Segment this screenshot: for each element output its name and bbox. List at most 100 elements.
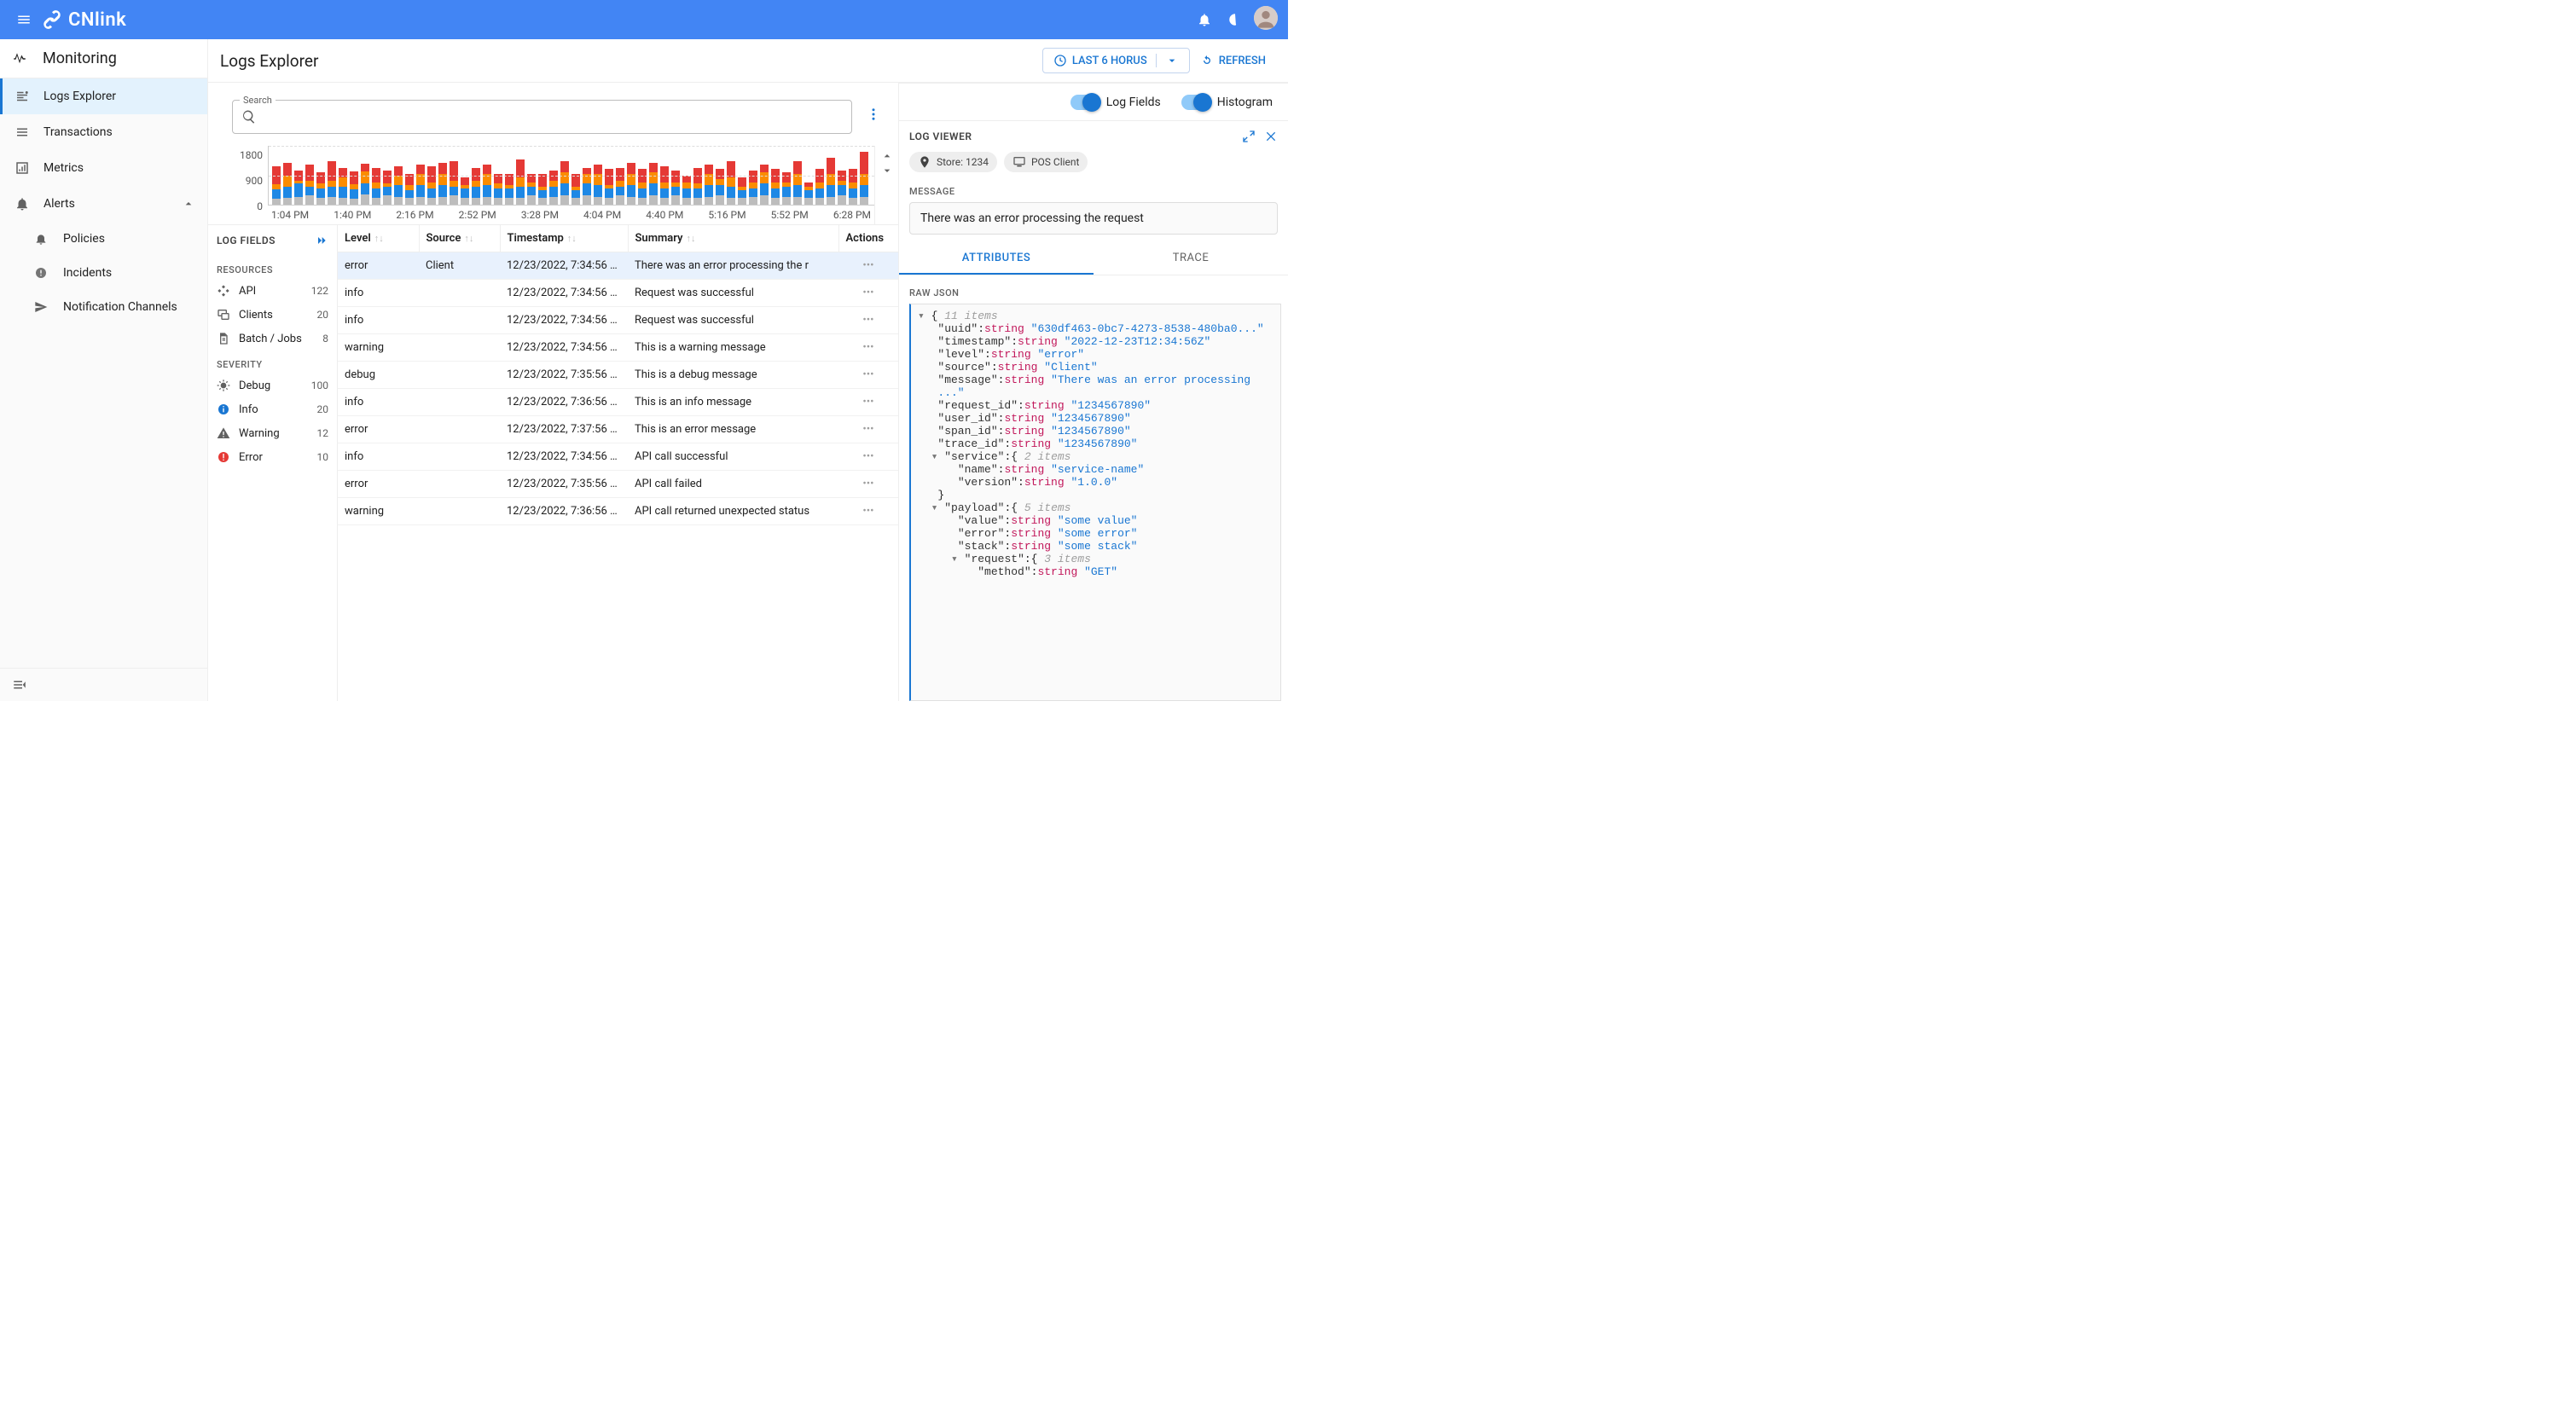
histogram-bar[interactable]: [649, 163, 658, 205]
log-row[interactable]: error 12/23/2022, 7:35:56 AM API call fa…: [338, 471, 898, 498]
histogram-bar[interactable]: [738, 177, 746, 205]
row-actions-button[interactable]: •••: [862, 505, 873, 518]
json-viewer[interactable]: ▾ { 11 items "uuid":string "630df463-0bc…: [909, 304, 1281, 701]
histogram-bar[interactable]: [339, 168, 347, 205]
row-actions-button[interactable]: •••: [862, 314, 873, 327]
toggle-log-fields[interactable]: [1070, 95, 1099, 110]
histogram-bar[interactable]: [682, 176, 691, 205]
nav-transactions[interactable]: Transactions: [0, 114, 207, 150]
histogram-bar[interactable]: [571, 174, 580, 205]
histogram-bar[interactable]: [583, 168, 591, 205]
histogram-bar[interactable]: [483, 165, 491, 205]
col-level[interactable]: Level↑↓: [338, 225, 419, 252]
close-viewer-button[interactable]: [1264, 130, 1278, 143]
severity-filter-debug[interactable]: Debug100: [208, 374, 337, 397]
histogram-bar[interactable]: [427, 166, 436, 205]
log-row[interactable]: info 12/23/2022, 7:34:56 AM Request was …: [338, 280, 898, 307]
log-row[interactable]: info 12/23/2022, 7:36:56 AM This is an i…: [338, 389, 898, 416]
row-actions-button[interactable]: •••: [862, 450, 873, 463]
avatar-button[interactable]: [1250, 6, 1281, 33]
histogram-bar[interactable]: [450, 161, 458, 205]
log-row[interactable]: info 12/23/2022, 7:34:56 AM API call suc…: [338, 443, 898, 471]
nav-alerts[interactable]: Alerts: [0, 186, 207, 222]
histogram-bar[interactable]: [560, 161, 569, 205]
histogram-bar[interactable]: [760, 165, 769, 205]
histogram-bar[interactable]: [394, 166, 403, 205]
histogram-bar[interactable]: [594, 165, 602, 205]
histogram-bar[interactable]: [782, 172, 791, 205]
expand-viewer-button[interactable]: [1242, 130, 1256, 143]
histogram-bar[interactable]: [350, 171, 358, 205]
histogram-bar[interactable]: [827, 158, 835, 205]
search-input[interactable]: [264, 110, 843, 124]
histogram-bar[interactable]: [328, 161, 336, 205]
chip-store[interactable]: Store: 1234: [909, 152, 997, 172]
notifications-button[interactable]: [1189, 12, 1220, 27]
resource-filter-batch-jobs[interactable]: Batch / Jobs8: [208, 327, 337, 350]
severity-filter-info[interactable]: Info20: [208, 397, 337, 421]
histogram-bar[interactable]: [527, 174, 536, 205]
row-actions-button[interactable]: •••: [862, 478, 873, 490]
search-more-button[interactable]: [861, 101, 886, 127]
row-actions-button[interactable]: •••: [862, 341, 873, 354]
histogram-bar[interactable]: [860, 152, 868, 205]
histogram-bar[interactable]: [538, 174, 547, 205]
log-row[interactable]: error Client 12/23/2022, 7:34:56 AM Ther…: [338, 252, 898, 280]
log-row[interactable]: warning 12/23/2022, 7:36:56 AM API call …: [338, 498, 898, 525]
histogram-bar[interactable]: [372, 168, 380, 205]
severity-filter-error[interactable]: Error10: [208, 445, 337, 469]
menu-button[interactable]: [7, 12, 41, 27]
histogram-bar[interactable]: [472, 168, 480, 205]
nav-notification-channels[interactable]: Notification Channels: [0, 290, 207, 324]
histogram-bar[interactable]: [505, 174, 513, 205]
histogram-bar[interactable]: [361, 164, 369, 205]
resource-filter-api[interactable]: API122: [208, 279, 337, 303]
time-range-dropdown[interactable]: [1156, 54, 1179, 67]
histogram-bar[interactable]: [660, 166, 669, 205]
histogram-bar[interactable]: [283, 163, 292, 205]
histogram-bar[interactable]: [616, 168, 624, 205]
row-actions-button[interactable]: •••: [862, 368, 873, 381]
histogram-bar[interactable]: [705, 165, 713, 205]
log-row[interactable]: error 12/23/2022, 7:37:56 AM This is an …: [338, 416, 898, 443]
histogram-bar[interactable]: [793, 161, 802, 205]
theme-button[interactable]: [1220, 12, 1250, 27]
chart-expand-down[interactable]: [880, 163, 894, 177]
histogram-bar[interactable]: [438, 163, 447, 205]
severity-filter-warning[interactable]: Warning12: [208, 421, 337, 445]
chip-client[interactable]: POS Client: [1004, 152, 1088, 172]
resource-filter-clients[interactable]: Clients20: [208, 303, 337, 327]
collapse-fields-button[interactable]: [315, 234, 328, 247]
chart-expand-up[interactable]: [880, 149, 894, 163]
col-source[interactable]: Source↑↓: [419, 225, 500, 252]
histogram-bar[interactable]: [461, 177, 469, 205]
histogram-bar[interactable]: [416, 165, 425, 205]
col-timestamp[interactable]: Timestamp↑↓: [500, 225, 628, 252]
histogram-bar[interactable]: [305, 165, 314, 205]
histogram-bar[interactable]: [316, 172, 325, 205]
log-row[interactable]: warning 12/23/2022, 7:34:56 AM This is a…: [338, 334, 898, 362]
time-range-button[interactable]: LAST 6 HORUS: [1042, 48, 1190, 73]
histogram-bar[interactable]: [804, 182, 813, 205]
col-summary[interactable]: Summary↑↓: [628, 225, 838, 252]
histogram-bar[interactable]: [494, 174, 502, 205]
nav-metrics[interactable]: Metrics: [0, 150, 207, 186]
row-actions-button[interactable]: •••: [862, 287, 873, 299]
row-actions-button[interactable]: •••: [862, 259, 873, 272]
log-row[interactable]: info 12/23/2022, 7:34:56 AM Request was …: [338, 307, 898, 334]
histogram-bar[interactable]: [272, 166, 281, 205]
histogram-bar[interactable]: [627, 163, 635, 205]
tab-attributes[interactable]: ATTRIBUTES: [899, 243, 1094, 275]
refresh-button[interactable]: REFRESH: [1190, 49, 1276, 72]
histogram-bar[interactable]: [727, 161, 735, 205]
log-row[interactable]: debug 12/23/2022, 7:35:56 AM This is a d…: [338, 362, 898, 389]
tab-trace[interactable]: TRACE: [1094, 243, 1288, 275]
toggle-histogram[interactable]: [1181, 95, 1210, 110]
histogram-bar[interactable]: [516, 159, 525, 205]
row-actions-button[interactable]: •••: [862, 423, 873, 436]
row-actions-button[interactable]: •••: [862, 396, 873, 408]
nav-incidents[interactable]: Incidents: [0, 256, 207, 290]
nav-policies[interactable]: Policies: [0, 222, 207, 256]
nav-logs-explorer[interactable]: Logs Explorer: [0, 78, 207, 114]
collapse-sidebar-button[interactable]: [0, 668, 207, 701]
